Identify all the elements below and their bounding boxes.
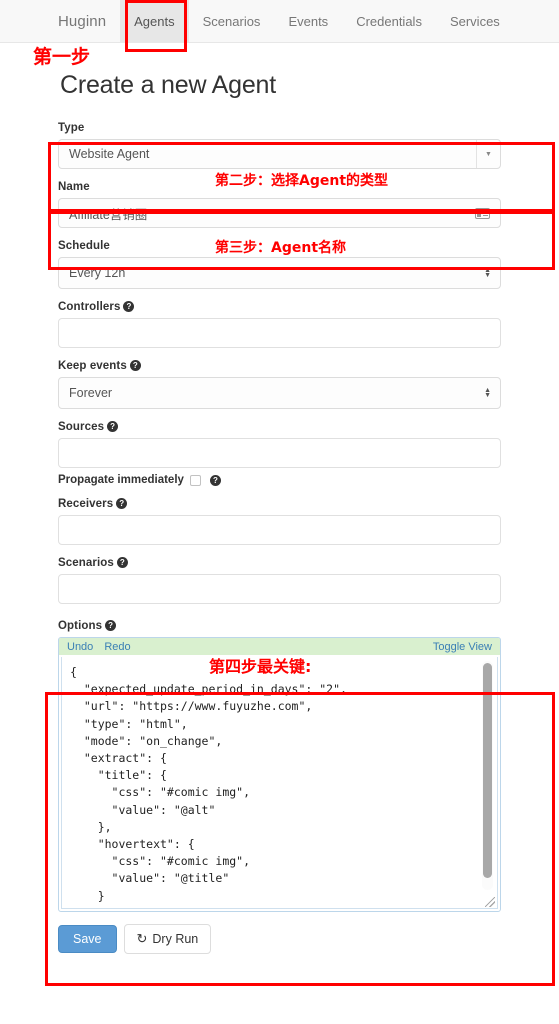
top-navbar: Huginn Agents Scenarios Events Credentia… [0, 0, 559, 43]
help-icon[interactable]: ? [116, 557, 128, 568]
scenarios-input[interactable] [58, 574, 501, 604]
field-sources: Sources? [58, 421, 501, 468]
annotation-step2: 第二步：选择Agent的类型 [215, 173, 389, 189]
label-sources-text: Sources [58, 421, 105, 433]
options-code-editor[interactable]: Undo Redo Toggle View { "expected_update… [58, 637, 501, 912]
refresh-icon: ↻ [136, 931, 148, 946]
chevron-down-icon[interactable]: ▼ [476, 140, 500, 168]
label-type: Type [58, 122, 85, 134]
code-scrollbar-thumb[interactable] [483, 663, 492, 878]
options-json-code[interactable]: { "expected_update_period_in_days": "2",… [62, 657, 497, 908]
dry-run-label: Dry Run [152, 932, 199, 946]
annotation-step1: 第一步 [33, 46, 91, 68]
form-actions: Save ↻ Dry Run [58, 924, 501, 954]
field-propagate-immediately: Propagate immediately ? [58, 474, 501, 486]
label-controllers: Controllers? [58, 301, 501, 313]
redo-button[interactable]: Redo [104, 641, 130, 653]
label-sources: Sources? [58, 421, 501, 433]
nav-item-services[interactable]: Services [436, 0, 514, 42]
resize-handle-icon[interactable] [485, 897, 495, 907]
propagate-immediately-checkbox[interactable] [189, 474, 201, 486]
type-select-value: Website Agent [69, 147, 150, 161]
keep-events-select-value: Forever [69, 386, 113, 400]
type-select[interactable]: Website Agent ▼ [58, 139, 501, 169]
field-scenarios: Scenarios? [58, 557, 501, 604]
chevron-updown-icon[interactable]: ▲ ▼ [484, 267, 491, 279]
page-title: Create a new Agent [60, 71, 276, 99]
help-icon[interactable]: ? [116, 498, 128, 509]
field-type: Type Website Agent ▼ [58, 122, 501, 169]
controllers-input[interactable] [58, 318, 501, 348]
name-input[interactable]: Affiliate营销圈 [58, 198, 501, 228]
code-vertical-scrollbar[interactable] [482, 661, 493, 890]
nav-item-credentials[interactable]: Credentials [342, 0, 436, 42]
editor-toolbar-left: Undo Redo [67, 641, 139, 653]
chevron-updown-icon[interactable]: ▲ ▼ [484, 387, 491, 399]
label-propagate-immediately: Propagate immediately [58, 474, 184, 486]
nav-item-agents[interactable]: Agents [120, 0, 189, 42]
schedule-select[interactable]: Every 12h ▲ ▼ [58, 257, 501, 289]
help-icon[interactable]: ? [123, 301, 135, 312]
label-options: Options? [58, 620, 501, 632]
receivers-input[interactable] [58, 515, 501, 545]
undo-button[interactable]: Undo [67, 641, 93, 653]
help-icon[interactable]: ? [105, 620, 117, 631]
annotation-step3: 第三步：Agent名称 [215, 240, 347, 256]
field-keep-events: Keep events? Forever ▲ ▼ [58, 360, 501, 409]
label-options-text: Options [58, 620, 103, 632]
schedule-select-value: Every 12h [69, 266, 126, 280]
field-receivers: Receivers? [58, 498, 501, 545]
nav-item-scenarios[interactable]: Scenarios [189, 0, 275, 42]
help-icon[interactable]: ? [129, 360, 141, 371]
nav-item-events[interactable]: Events [274, 0, 342, 42]
label-receivers: Receivers? [58, 498, 501, 510]
annotation-step4: 第四步最关键: [209, 657, 312, 676]
label-keep-events: Keep events? [58, 360, 501, 372]
label-receivers-text: Receivers [58, 498, 114, 510]
page-content: Create a new Agent Type Website Agent ▼ … [0, 71, 559, 954]
label-scenarios: Scenarios? [58, 557, 501, 569]
label-controllers-text: Controllers [58, 301, 121, 313]
code-text-area[interactable]: { "expected_update_period_in_days": "2",… [61, 657, 498, 909]
sources-input[interactable] [58, 438, 501, 468]
save-button[interactable]: Save [58, 925, 117, 953]
keep-events-select[interactable]: Forever ▲ ▼ [58, 377, 501, 409]
help-icon[interactable]: ? [209, 474, 221, 486]
dry-run-button[interactable]: ↻ Dry Run [123, 924, 212, 954]
field-controllers: Controllers? [58, 301, 501, 348]
label-keep-events-text: Keep events [58, 360, 127, 372]
help-icon[interactable]: ? [107, 421, 119, 432]
contact-card-icon[interactable] [475, 207, 490, 219]
brand-logo[interactable]: Huginn [58, 0, 120, 42]
name-input-value: Affiliate营销圈 [69, 207, 148, 222]
toggle-view-button[interactable]: Toggle View [433, 641, 492, 653]
label-scenarios-text: Scenarios [58, 557, 114, 569]
